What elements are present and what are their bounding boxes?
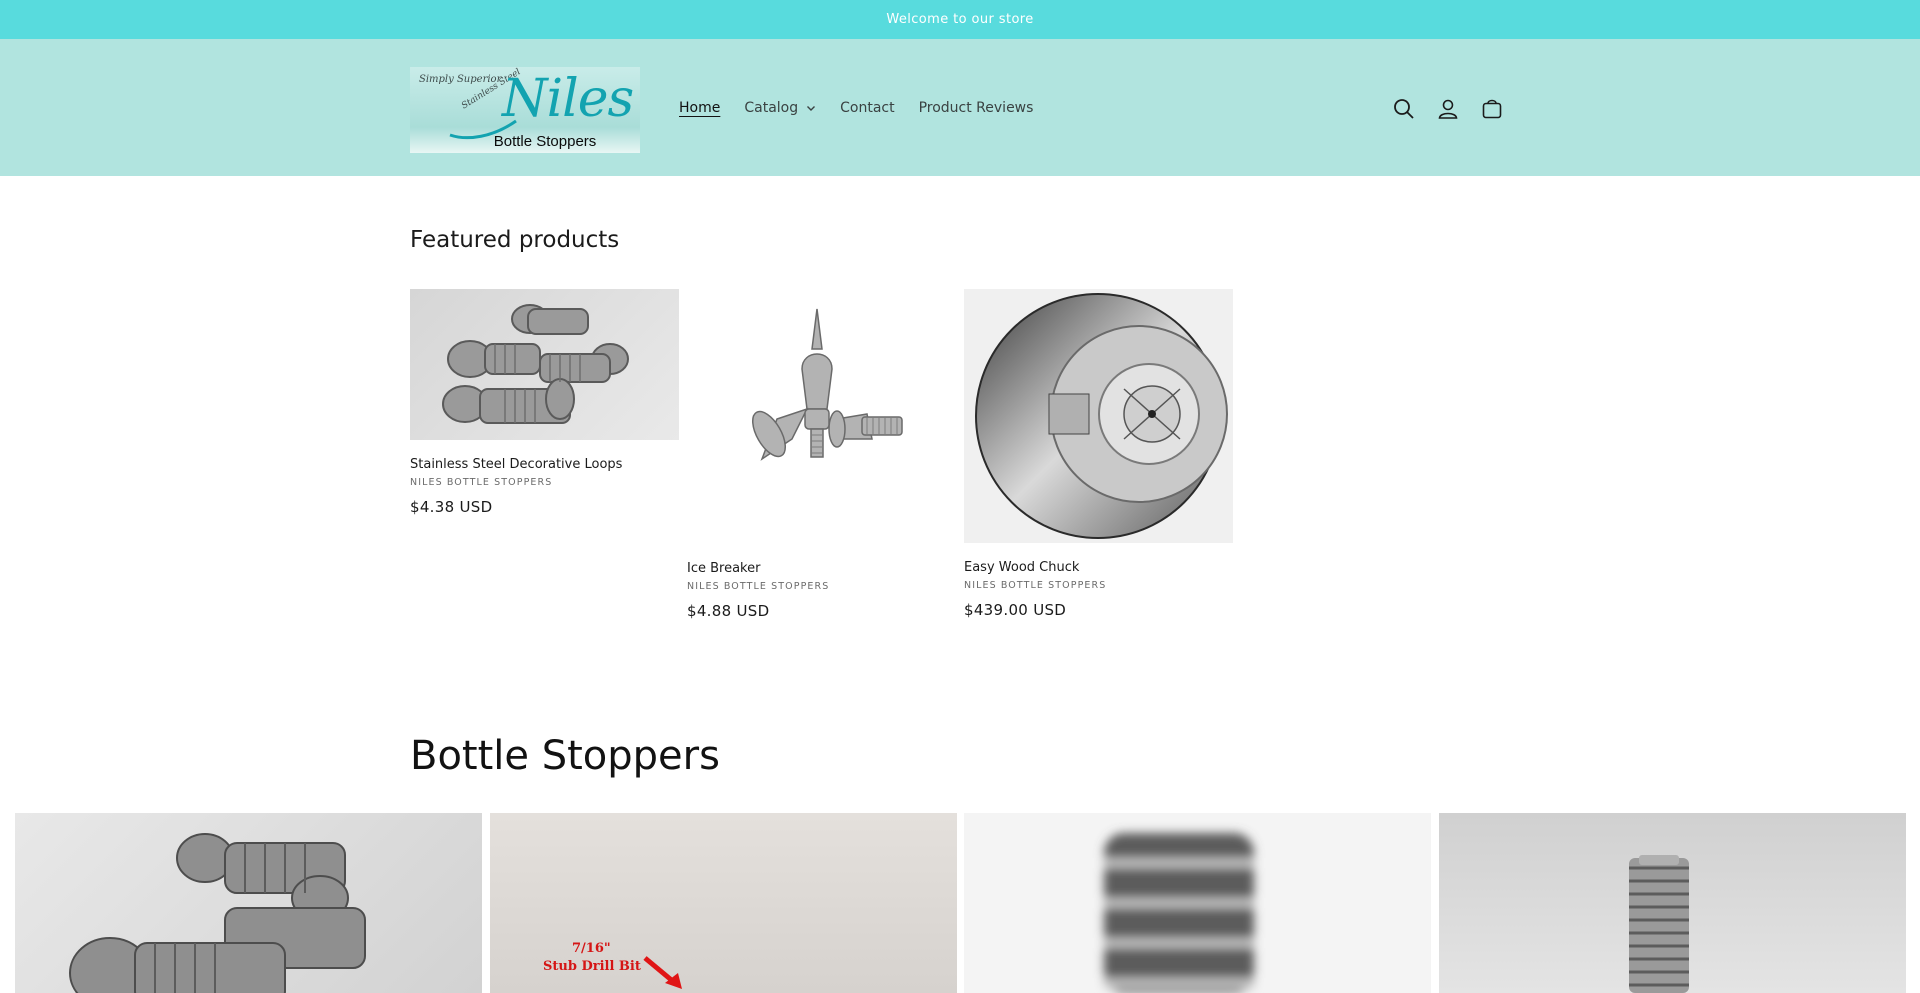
- product-image[interactable]: [687, 289, 956, 544]
- nav-home[interactable]: Home: [679, 100, 720, 116]
- site-header: Simply Superior Stainless Steel Niles Bo…: [0, 39, 1920, 176]
- tile-overlay-line2: Stub Drill Bit: [543, 959, 641, 974]
- product-image[interactable]: [410, 289, 679, 440]
- product-price: $439.00 USD: [964, 601, 1067, 619]
- product-card[interactable]: Easy Wood Chuck NILES BOTTLE STOPPERS $4…: [964, 289, 1233, 619]
- nav-contact[interactable]: Contact: [840, 100, 894, 116]
- product-vendor: NILES BOTTLE STOPPERS: [687, 581, 830, 592]
- collection-tile[interactable]: [15, 813, 482, 993]
- nav-catalog[interactable]: Catalog: [744, 100, 816, 116]
- main-nav: Home Catalog Contact Product Reviews: [679, 100, 1057, 116]
- nav-product-reviews[interactable]: Product Reviews: [919, 100, 1034, 116]
- account-icon[interactable]: [1435, 96, 1461, 122]
- product-price: $4.88 USD: [687, 602, 770, 620]
- product-name[interactable]: Stainless Steel Decorative Loops: [410, 457, 679, 472]
- header-icons: [1391, 96, 1505, 122]
- arrow-icon: [643, 956, 682, 989]
- product-card[interactable]: Ice Breaker NILES BOTTLE STOPPERS $4.88 …: [687, 289, 956, 620]
- product-vendor: NILES BOTTLE STOPPERS: [964, 580, 1107, 591]
- collection-tile[interactable]: [1439, 813, 1906, 993]
- featured-products-heading: Featured products: [410, 227, 620, 253]
- product-name[interactable]: Ice Breaker: [687, 561, 956, 576]
- announcement-text: Welcome to our store: [886, 12, 1034, 27]
- product-image[interactable]: [964, 289, 1233, 543]
- product-name[interactable]: Easy Wood Chuck: [964, 560, 1233, 575]
- logo-brand: Niles: [502, 69, 634, 129]
- store-logo[interactable]: Simply Superior Stainless Steel Niles Bo…: [410, 67, 640, 153]
- tile-overlay-line1: 7/16": [572, 941, 611, 956]
- collection-tile[interactable]: 7/16" Stub Drill Bit: [490, 813, 957, 993]
- cart-icon[interactable]: [1479, 96, 1505, 122]
- logo-subtitle: Bottle Stoppers: [493, 133, 597, 150]
- collection-tile[interactable]: [964, 813, 1431, 993]
- collection-heading: Bottle Stoppers: [410, 733, 720, 779]
- product-card[interactable]: Stainless Steel Decorative Loops NILES B…: [410, 289, 679, 516]
- product-price: $4.38 USD: [410, 498, 493, 516]
- search-icon[interactable]: [1391, 96, 1417, 122]
- announcement-bar: Welcome to our store: [0, 0, 1920, 39]
- chevron-down-icon: [807, 106, 816, 111]
- product-vendor: NILES BOTTLE STOPPERS: [410, 477, 553, 488]
